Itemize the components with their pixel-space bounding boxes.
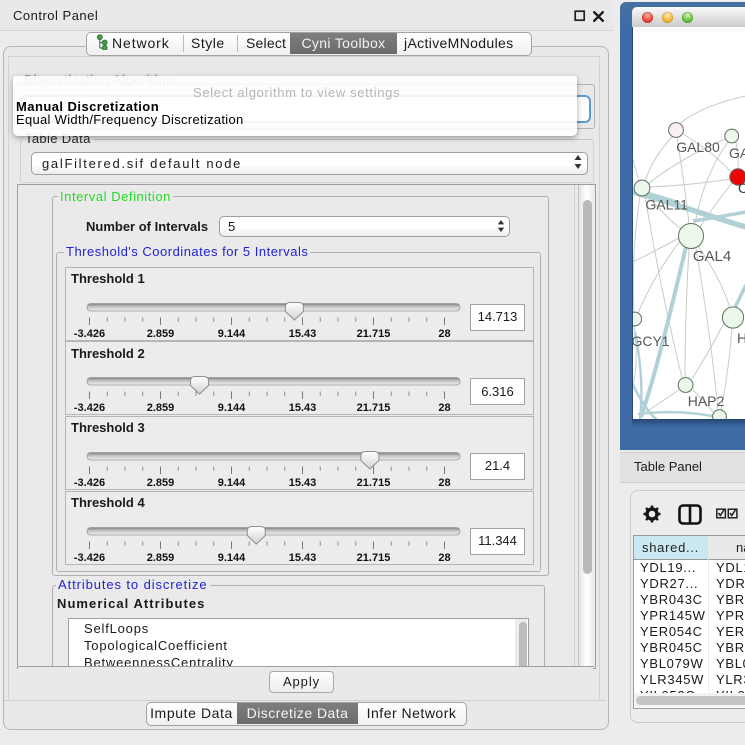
svg-text:H: H	[737, 330, 745, 346]
svg-text:15.43: 15.43	[289, 477, 317, 489]
svg-text:2.859: 2.859	[147, 328, 175, 340]
svg-text:21.715: 21.715	[357, 328, 391, 340]
svg-text:2.859: 2.859	[147, 477, 175, 489]
svg-text:CD: CD	[738, 180, 745, 196]
svg-text:GCY1: GCY1	[632, 333, 670, 349]
svg-text:9.144: 9.144	[218, 402, 246, 414]
svg-text:28: 28	[438, 552, 450, 564]
svg-text:2.859: 2.859	[147, 552, 175, 564]
svg-text:28: 28	[438, 402, 450, 414]
svg-text:28: 28	[438, 328, 450, 340]
svg-text:21.715: 21.715	[357, 402, 391, 414]
svg-text:9.144: 9.144	[218, 477, 246, 489]
svg-text:15.43: 15.43	[289, 552, 317, 564]
svg-text:GAL80: GAL80	[676, 139, 720, 155]
svg-text:GAL: GAL	[729, 145, 745, 161]
svg-text:15.43: 15.43	[289, 402, 317, 414]
svg-text:-3.426: -3.426	[74, 477, 105, 489]
svg-text:28: 28	[438, 477, 450, 489]
svg-text:GAL11: GAL11	[645, 197, 688, 213]
svg-text:9.144: 9.144	[218, 552, 246, 564]
svg-text:-3.426: -3.426	[74, 552, 105, 564]
svg-text:-3.426: -3.426	[74, 328, 105, 340]
svg-text:GAL4: GAL4	[693, 248, 731, 265]
svg-text:15.43: 15.43	[289, 328, 317, 340]
svg-text:2.859: 2.859	[147, 402, 175, 414]
svg-text:21.715: 21.715	[357, 477, 391, 489]
svg-text:9.144: 9.144	[218, 328, 246, 340]
svg-text:HAP2: HAP2	[688, 393, 725, 409]
svg-text:21.715: 21.715	[357, 552, 391, 564]
svg-text:-3.426: -3.426	[74, 402, 105, 414]
